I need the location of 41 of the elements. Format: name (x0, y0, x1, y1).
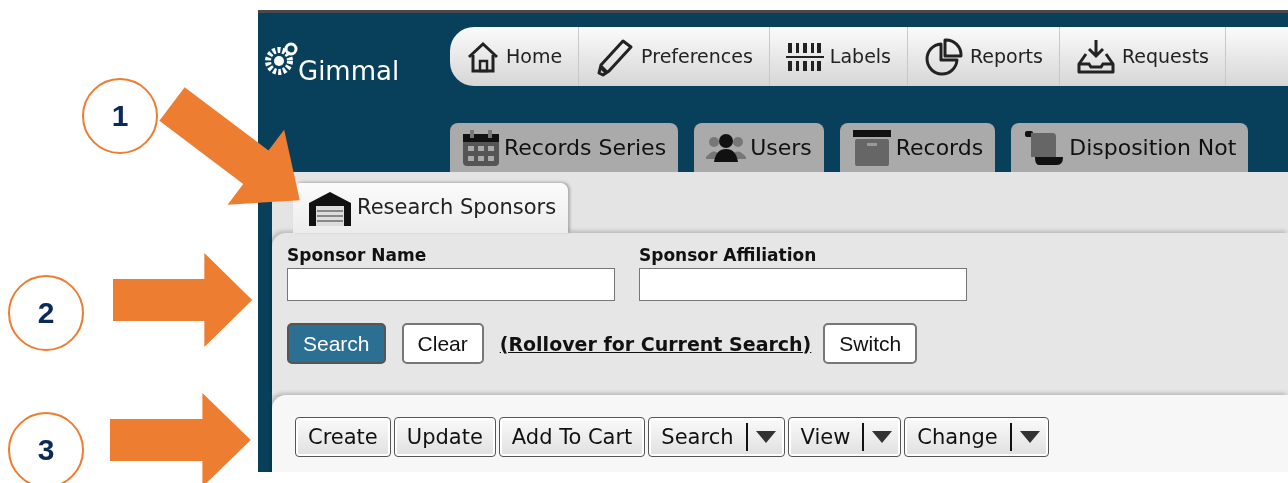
scroll-icon (1023, 128, 1066, 167)
step-number: 3 (8, 412, 84, 483)
gear-icon (264, 42, 298, 76)
step-number: 2 (8, 275, 84, 351)
logo-text: Gimmal (298, 56, 400, 86)
nav-link[interactable]: Reports (908, 27, 1060, 86)
field-label: Sponsor Name (287, 245, 428, 265)
caret-icon (755, 431, 776, 443)
module-tab[interactable]: Disposition Not (1011, 123, 1249, 172)
nav-link[interactable]: Home (450, 27, 580, 86)
archive-box-icon (851, 128, 892, 167)
toolbar-button[interactable]: Update (393, 417, 496, 457)
caret-icon (1019, 431, 1040, 443)
inbox-download-icon (1075, 37, 1116, 76)
nav-link[interactable]: Requests (1059, 27, 1226, 86)
module-tab[interactable]: Records (839, 123, 996, 172)
toolbar-button[interactable]: Add To Cart (498, 417, 646, 457)
nav-link[interactable]: Preferences (579, 27, 770, 86)
barcode-icon (785, 40, 824, 73)
input-field[interactable] (639, 268, 967, 301)
garage-icon (307, 189, 353, 227)
module-tab[interactable]: Records Series (450, 123, 679, 172)
dropdown-button[interactable]: Change (904, 417, 1049, 457)
switch-button[interactable]: Switch (823, 323, 918, 364)
input-field[interactable] (287, 268, 615, 301)
rollover-link[interactable]: (Rollover for Current Search) (499, 332, 812, 355)
search-button[interactable]: Search (287, 323, 386, 364)
module-tab[interactable]: Users (694, 123, 824, 172)
pie-chart-icon (924, 36, 964, 77)
dropdown-button[interactable]: View (787, 417, 902, 457)
clear-button[interactable]: Clear (401, 323, 484, 364)
step-number: 1 (82, 78, 158, 154)
toolbar-button[interactable]: Create (295, 417, 391, 457)
nav-link[interactable]: Labels (769, 27, 908, 86)
field-label: Sponsor Affiliation (639, 245, 818, 265)
sub-tab[interactable]: Research Sponsors (293, 183, 569, 233)
calendar-icon (462, 128, 500, 167)
dropdown-button[interactable]: Search (648, 417, 785, 457)
house-icon (466, 39, 500, 74)
users-icon (706, 132, 747, 163)
caret-icon (872, 431, 893, 443)
